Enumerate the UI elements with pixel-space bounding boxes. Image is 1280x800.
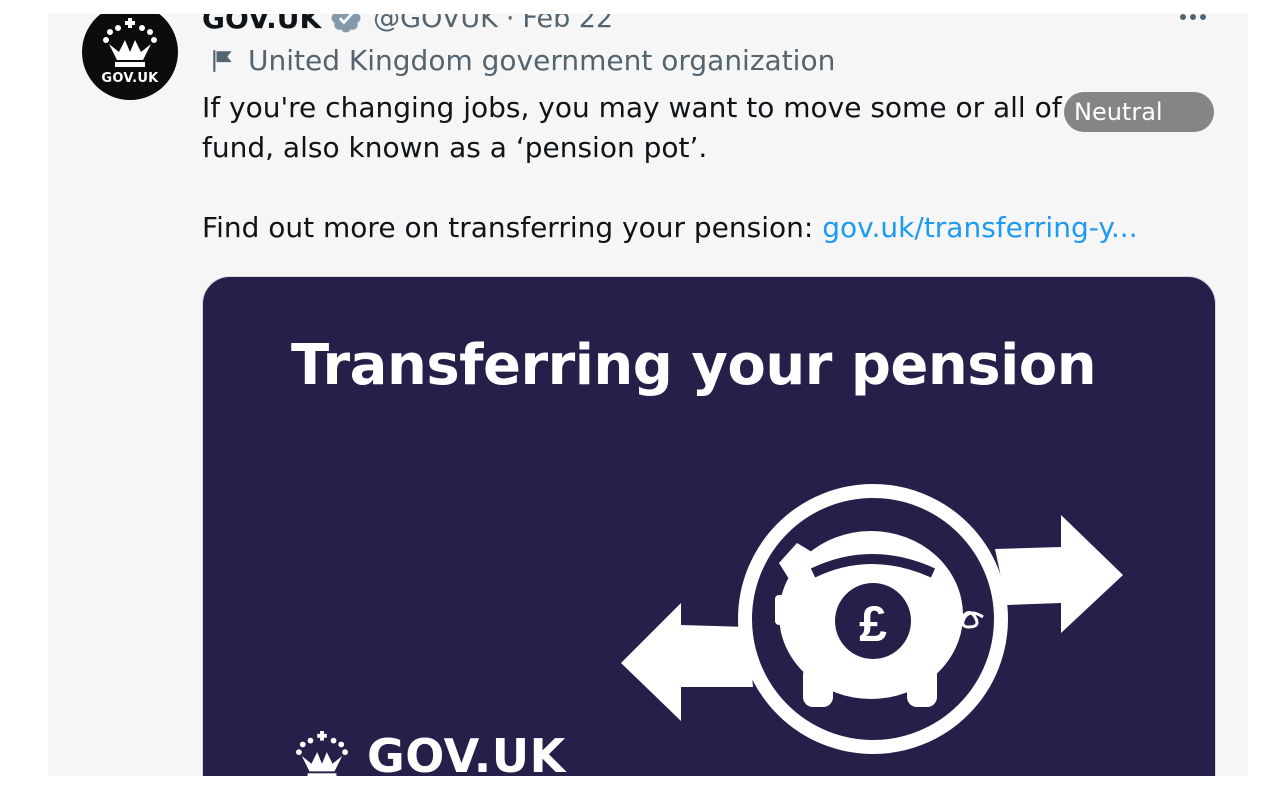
tweet-date[interactable]: Feb 22 [522, 14, 613, 34]
tweet-text: If you're changing jobs, you may want to… [202, 88, 1212, 248]
author-handle[interactable]: @GOVUK [373, 14, 498, 34]
tweet-card[interactable]: GOV.UK GOV.UK @GOVUK · Feb 22 United Kin… [48, 14, 1248, 776]
tweet-link[interactable]: gov.uk/transferring-y... [822, 211, 1137, 244]
currency-symbol: £ [859, 596, 887, 652]
avatar-label: GOV.UK [101, 71, 159, 86]
sentiment-badge: Neutral [1064, 92, 1214, 132]
tweet-text-line-2: fund, also known as a ‘pension pot’. [202, 131, 708, 164]
affiliation[interactable]: United Kingdom government organization [210, 44, 835, 77]
crown-icon [296, 731, 348, 776]
tweet-text-line-3-text: Find out more on transferring your pensi… [202, 211, 823, 244]
media-logo-text: GOV.UK [367, 729, 566, 776]
tweet-header: GOV.UK @GOVUK · Feb 22 [202, 14, 613, 35]
crown-icon [103, 18, 157, 67]
tweet-text-line-1: If you're changing jobs, you may want to… [202, 91, 1122, 124]
flag-icon [213, 49, 232, 72]
more-options-icon[interactable] [1180, 14, 1212, 24]
affiliation-text: United Kingdom government organization [248, 44, 836, 77]
media-logo: GOV.UK [291, 729, 566, 776]
pension-transfer-illustration: £ [621, 484, 1123, 754]
tweet-text-line-3: Find out more on transferring your pensi… [202, 208, 1212, 248]
author-name[interactable]: GOV.UK [202, 14, 321, 35]
avatar[interactable]: GOV.UK [82, 14, 178, 100]
separator: · [505, 14, 515, 34]
tweet-text-blank [202, 168, 1212, 208]
verified-badge-icon[interactable] [329, 14, 363, 35]
arrow-left-icon [621, 603, 753, 721]
tweet-media-image[interactable]: Transferring your pension £ GOV.UK [202, 276, 1216, 776]
arrow-right-icon [995, 515, 1123, 633]
